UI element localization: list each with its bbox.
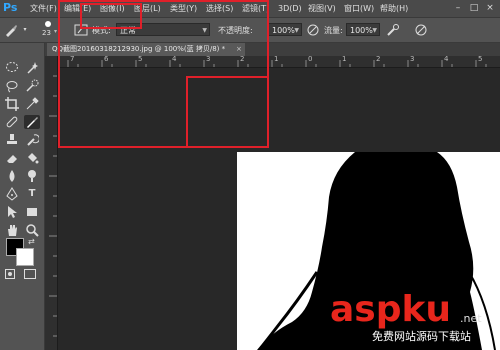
brush-preset-picker[interactable]: 23 ▾ (38, 21, 60, 40)
pen-tool-icon[interactable] (4, 187, 20, 201)
toolbox: T ··· ⇄ (0, 43, 45, 350)
minimize-icon[interactable]: – (452, 2, 464, 14)
hand-tool-icon[interactable] (4, 223, 20, 237)
ruler-tick-label: 5 (478, 55, 483, 63)
menu-help[interactable]: 帮助(H) (380, 0, 408, 17)
menu-window[interactable]: 窗口(W) (344, 0, 374, 17)
watermark-domain: .net (460, 312, 482, 325)
quick-selection-tool-icon[interactable] (24, 79, 40, 93)
quick-mask-icon[interactable] (5, 269, 15, 279)
pressure-size-icon[interactable] (414, 23, 428, 37)
ruler-tick-label: 1 (274, 55, 279, 63)
flow-label: 流量: (324, 26, 343, 35)
photoshop-logo: Ps (3, 1, 18, 14)
lasso-tool-icon[interactable] (4, 79, 20, 93)
flow-value: 100% (350, 26, 373, 35)
paint-bucket-tool-icon[interactable] (24, 151, 40, 165)
ruler-tick-label: 0 (308, 55, 313, 63)
brush-size-value: 23 (42, 29, 51, 37)
highlight-box-menu (80, 3, 142, 29)
airbrush-icon[interactable] (386, 23, 400, 37)
chevron-down-icon: ▼ (372, 27, 377, 34)
menu-3d[interactable]: 3D(D) (278, 0, 302, 17)
ruler-tick-label: 3 (410, 55, 415, 63)
menu-view[interactable]: 视图(V) (308, 0, 336, 17)
menu-file[interactable]: 文件(F) (30, 0, 57, 17)
path-selection-tool-icon[interactable] (4, 205, 20, 219)
zoom-tool-icon[interactable] (24, 223, 40, 237)
type-tool-icon[interactable]: T (24, 187, 40, 201)
flow-input[interactable]: 100% ▼ (346, 23, 380, 36)
swap-colors-icon[interactable]: ⇄ (28, 237, 35, 246)
crop-tool-icon[interactable] (4, 97, 20, 111)
brush-tip-icon (45, 21, 51, 27)
screen-mode-icon[interactable] (24, 269, 36, 279)
history-brush-tool-icon[interactable] (24, 133, 40, 147)
eraser-tool-icon[interactable] (4, 151, 20, 165)
magic-wand-tool-icon[interactable] (24, 61, 40, 75)
chevron-down-icon: ▼ (294, 27, 299, 34)
healing-brush-tool-icon[interactable] (4, 115, 20, 129)
watermark-logo: aspku (330, 290, 451, 330)
close-window-icon[interactable]: × (484, 2, 496, 14)
brush-tool-icon[interactable] (4, 23, 18, 37)
opacity-value: 100% (272, 26, 295, 35)
marquee-tool-icon[interactable] (4, 61, 20, 75)
pressure-opacity-icon[interactable] (306, 23, 320, 37)
clone-stamp-tool-icon[interactable] (4, 133, 20, 147)
blur-tool-icon[interactable] (4, 169, 20, 183)
watermark-brand: aspku (330, 289, 452, 330)
opacity-input[interactable]: 100% ▼ (268, 23, 302, 36)
chevron-down-icon: ▾ (54, 28, 58, 35)
brush-tool-icon[interactable] (24, 115, 40, 129)
highlight-box-canvas (186, 76, 269, 148)
vertical-ruler[interactable] (45, 56, 58, 350)
eyedropper-tool-icon[interactable] (24, 97, 40, 111)
dodge-tool-icon[interactable] (24, 169, 40, 183)
tool-preset-dropdown-icon[interactable]: ▾ (18, 23, 32, 37)
watermark-subtitle: 免费网站源码下载站 (372, 330, 471, 343)
ruler-tick-label: 4 (444, 55, 449, 63)
rectangle-tool-icon[interactable] (24, 205, 40, 219)
background-color-swatch[interactable] (16, 248, 34, 266)
maximize-icon[interactable]: □ (468, 2, 480, 14)
ruler-tick-label: 1 (342, 55, 347, 63)
ruler-tick-label: 2 (376, 55, 381, 63)
